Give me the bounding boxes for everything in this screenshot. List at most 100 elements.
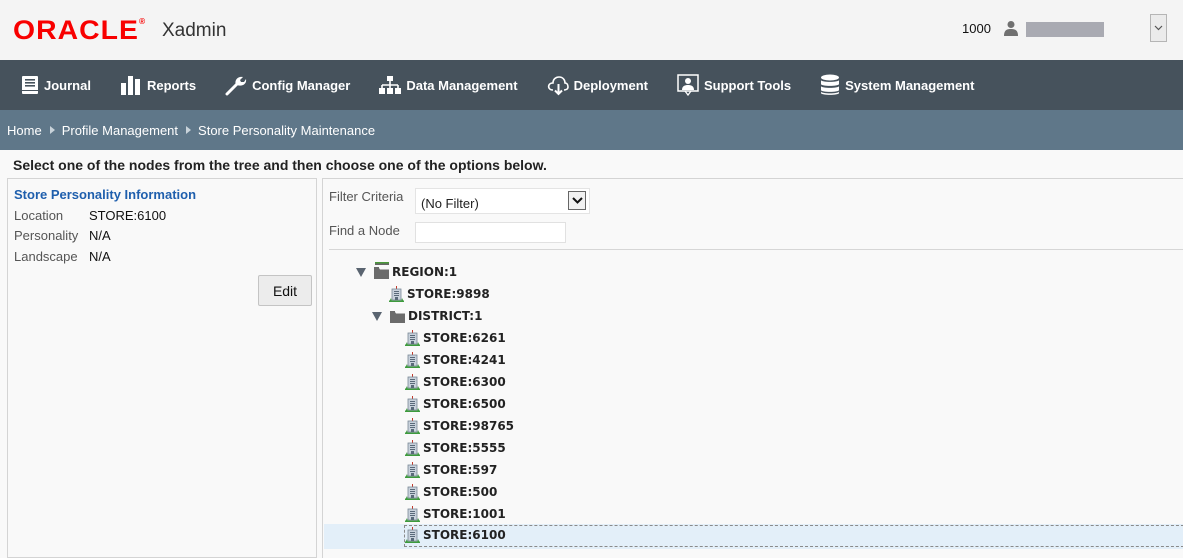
tree-node-label: STORE:5555 <box>423 441 506 455</box>
folder-icon <box>390 310 405 323</box>
nav-label: System Management <box>845 77 975 93</box>
tree-store-node[interactable]: STORE:597 <box>405 459 497 481</box>
filter-criteria-select[interactable]: (No Filter) <box>415 188 590 214</box>
tree-store-node[interactable]: STORE:6261 <box>405 327 506 349</box>
partial-tree-icon <box>375 252 389 265</box>
chevron-down-icon <box>1154 25 1163 31</box>
tree-node-label: REGION:1 <box>392 265 458 279</box>
nav-label: Config Manager <box>252 77 351 93</box>
nav-label: Reports <box>146 77 197 93</box>
breadcrumb-current-page: Store Personality Maintenance <box>198 122 376 138</box>
info-row-landscape: Landscape N/A <box>14 249 111 264</box>
store-building-icon <box>405 418 420 434</box>
tree-store-node[interactable]: STORE:6100 <box>405 524 506 546</box>
bar-chart-icon <box>120 76 140 95</box>
tree-node-label: STORE:4241 <box>423 353 506 367</box>
filter-selected-value: (No Filter) <box>421 196 479 211</box>
person-icon <box>1004 21 1018 36</box>
tree-store-node[interactable]: STORE:4241 <box>405 349 506 371</box>
tree-node-label: STORE:9898 <box>407 287 490 301</box>
nav-deployment[interactable]: Deployment <box>547 74 648 96</box>
store-building-icon <box>405 374 420 390</box>
store-building-icon <box>405 330 420 346</box>
tree-folder-node[interactable]: DISTRICT:1 <box>371 305 482 327</box>
tree-node-label: DISTRICT:1 <box>408 309 483 323</box>
store-building-icon <box>405 396 420 412</box>
tree-store-node[interactable]: STORE:1001 <box>405 503 506 525</box>
oracle-logo: ORACLE® <box>13 15 147 45</box>
store-tree-panel: Filter Criteria (No Filter) Find a Node … <box>322 178 1183 558</box>
edit-button[interactable]: Edit <box>258 275 312 306</box>
nav-label: Journal <box>44 77 91 93</box>
tree-store-node[interactable]: STORE:6300 <box>405 371 506 393</box>
folder-icon <box>374 266 389 279</box>
nav-reports[interactable]: Reports <box>120 75 196 95</box>
store-building-icon <box>389 286 404 302</box>
nav-label: Data Management <box>406 77 518 93</box>
filter-criteria-label: Filter Criteria <box>329 189 404 204</box>
nav-support-tools[interactable]: Support Tools <box>677 74 791 96</box>
divider <box>329 249 1183 250</box>
info-panel-title: Store Personality Information <box>14 187 197 202</box>
tree-node-label: STORE:6300 <box>423 375 506 389</box>
tree-node-label: STORE:6100 <box>423 528 506 542</box>
dropdown-button[interactable] <box>568 191 586 210</box>
expand-toggle-icon[interactable] <box>371 310 383 322</box>
nav-journal[interactable]: Journal <box>21 75 91 95</box>
page-instruction: Select one of the nodes from the tree an… <box>13 157 547 173</box>
nav-label: Deployment <box>573 77 648 93</box>
chevron-down-icon <box>571 197 583 204</box>
store-building-icon <box>405 527 420 543</box>
tree-store-node[interactable]: STORE:6500 <box>405 393 506 415</box>
nav-system-management[interactable]: System Management <box>820 74 974 96</box>
store-personality-info-panel: Store Personality Information Location S… <box>7 178 317 558</box>
store-building-icon <box>405 352 420 368</box>
nav-config-manager[interactable]: Config Manager <box>225 74 350 96</box>
tree-node-label: STORE:1001 <box>423 507 506 521</box>
brand-name: ORACLE <box>13 15 139 45</box>
selected-row-focus-outline <box>404 525 1183 547</box>
hierarchy-icon <box>379 76 402 94</box>
user-menu-button[interactable] <box>1150 14 1167 42</box>
tree-node-label: STORE:6261 <box>423 331 506 345</box>
tree-folder-node[interactable]: REGION:1 <box>355 261 457 283</box>
find-node-input[interactable] <box>415 222 566 243</box>
find-node-label: Find a Node <box>329 223 400 238</box>
breadcrumb: Home Profile Management Store Personalit… <box>0 110 1183 150</box>
tree-store-node[interactable]: STORE:500 <box>405 481 497 503</box>
expand-toggle-icon[interactable] <box>355 266 367 278</box>
tree-store-node[interactable]: STORE:9898 <box>389 283 490 305</box>
tree-node-label: STORE:6500 <box>423 397 506 411</box>
info-value: N/A <box>89 249 111 264</box>
info-label: Personality <box>14 228 79 243</box>
tree-node-label: STORE:98765 <box>423 419 515 433</box>
store-building-icon <box>405 462 420 478</box>
tree-store-node[interactable]: STORE:5555 <box>405 437 506 459</box>
app-header: ORACLE® Xadmin 1000 <box>0 0 1183 60</box>
wrench-icon <box>225 76 247 96</box>
store-building-icon <box>405 506 420 522</box>
info-label: Location <box>14 208 64 223</box>
main-nav: Journal Reports Config Manager Data Mana… <box>0 60 1183 110</box>
tree-store-node[interactable]: STORE:98765 <box>405 415 514 437</box>
user-code: 1000 <box>962 21 991 36</box>
store-building-icon <box>405 440 420 456</box>
support-icon <box>677 74 699 96</box>
user-name-redacted[interactable] <box>1026 22 1104 37</box>
info-value: N/A <box>89 228 111 243</box>
breadcrumb-profile-management[interactable]: Profile Management <box>62 123 178 138</box>
cloud-download-icon <box>547 76 569 96</box>
app-name: Xadmin <box>162 20 227 41</box>
info-value: STORE:6100 <box>89 208 167 223</box>
breadcrumb-home[interactable]: Home <box>7 123 42 138</box>
tree-node-label: STORE:597 <box>423 463 498 477</box>
info-row-personality: Personality N/A <box>14 228 111 243</box>
nav-data-management[interactable]: Data Management <box>379 75 518 95</box>
tree-node-label: STORE:500 <box>423 485 498 499</box>
database-icon <box>821 74 840 95</box>
breadcrumb-separator-icon <box>186 126 192 134</box>
info-row-location: Location STORE:6100 <box>14 208 166 223</box>
nav-label: Support Tools <box>703 77 792 93</box>
info-label: Landscape <box>14 249 78 264</box>
store-building-icon <box>405 484 420 500</box>
